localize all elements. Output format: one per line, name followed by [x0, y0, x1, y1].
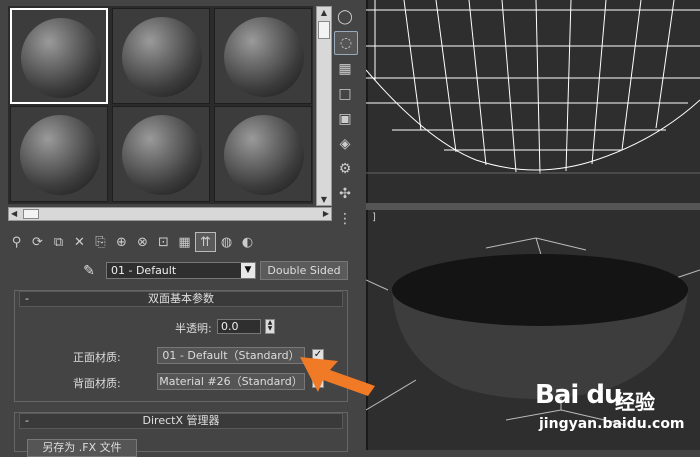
watermark-url: jingyan.baidu.com: [539, 416, 685, 432]
scroll-thumb[interactable]: [318, 21, 330, 39]
material-id-channel-icon[interactable]: ⊗: [132, 233, 153, 253]
sample-sphere: [20, 115, 100, 195]
translucency-label: 半透明:: [175, 322, 212, 335]
put-material-to-scene-icon[interactable]: ⟳: [27, 233, 48, 253]
collapse-icon[interactable]: -: [25, 414, 29, 428]
rollout-title: 双面基本参数: [148, 292, 214, 305]
scroll-thumb[interactable]: [23, 209, 39, 219]
sample-slot-2[interactable]: [112, 8, 210, 104]
translucency-input[interactable]: 0.0: [217, 319, 261, 334]
reset-map-icon[interactable]: ✕: [69, 233, 90, 253]
eyedropper-icon[interactable]: ✎: [78, 261, 100, 281]
sample-sphere: [122, 115, 202, 195]
back-material-checkbox[interactable]: ✓: [312, 376, 324, 388]
go-forward-sibling-icon[interactable]: ◍: [216, 233, 237, 253]
material-map-navigator-icon[interactable]: ⋮: [334, 208, 356, 230]
material-name-value: 01 - Default: [111, 264, 177, 277]
make-preview-icon[interactable]: ◈: [334, 133, 356, 155]
rollout-header[interactable]: - 双面基本参数: [19, 291, 343, 307]
sample-slot-3[interactable]: [214, 8, 312, 104]
assign-material-icon[interactable]: ⧉: [48, 233, 69, 253]
slots-vertical-scrollbar[interactable]: ▲ ▼: [316, 6, 332, 206]
chevron-down-icon[interactable]: ▼: [241, 263, 255, 278]
directx-manager-rollout: - DirectX 管理器 另存为 .FX 文件: [14, 412, 348, 457]
translucency-spinner[interactable]: ▲ ▼: [265, 319, 275, 334]
sample-sphere: [224, 17, 304, 97]
facing-material-checkbox[interactable]: ✓: [312, 349, 324, 361]
scroll-right-icon[interactable]: ▶: [323, 208, 329, 220]
collapse-icon[interactable]: -: [25, 292, 29, 306]
scroll-left-icon[interactable]: ◀: [11, 208, 17, 220]
material-editor-panel: ▲ ▼ ◀ ▶ ◯ ◌ ▦ □ ▣ ◈ ⚙ ✣ ⋮ ⚲ ⟳ ⧉ ✕ ⎘ ⊕ ⊗ ⊡ ▦ ⇈ ◍ ◐ ✎…: [0, 0, 366, 457]
slots-horizontal-scrollbar[interactable]: ◀ ▶: [8, 207, 332, 221]
sample-sphere: [224, 115, 304, 195]
get-material-icon[interactable]: ⚲: [6, 233, 27, 253]
make-unique-icon[interactable]: ⎘: [90, 233, 111, 253]
sample-slot-6[interactable]: [214, 106, 312, 202]
save-fx-file-button[interactable]: 另存为 .FX 文件: [27, 439, 137, 457]
show-end-result-icon[interactable]: ▦: [174, 233, 195, 253]
viewport-divider[interactable]: [366, 203, 700, 210]
back-material-button[interactable]: Material #26（Standard）: [157, 373, 305, 390]
rollout-title: DirectX 管理器: [142, 414, 220, 427]
video-color-check-icon[interactable]: ▣: [334, 108, 356, 130]
go-to-parent-icon[interactable]: ⇈: [195, 232, 216, 252]
watermark-product: 经验: [615, 390, 655, 414]
show-map-in-viewport-icon[interactable]: ⊡: [153, 233, 174, 253]
scroll-down-icon[interactable]: ▼: [317, 195, 331, 204]
watermark-brand: Bai du: [535, 380, 622, 410]
sample-type-icon[interactable]: ◯: [334, 6, 356, 28]
facing-material-button[interactable]: 01 - Default（Standard）: [157, 347, 305, 364]
scroll-up-icon[interactable]: ▲: [317, 8, 331, 17]
rollout-header[interactable]: - DirectX 管理器: [19, 413, 343, 429]
bowl-interior: [392, 254, 688, 326]
options-icon[interactable]: ⚙: [334, 158, 356, 180]
baidu-watermark: Bai du 经验 jingyan.baidu.com: [535, 376, 700, 450]
select-by-material-icon[interactable]: ✣: [334, 183, 356, 205]
sample-slots-grid: [8, 6, 313, 204]
material-toolbar: ⚲ ⟳ ⧉ ✕ ⎘ ⊕ ⊗ ⊡ ▦ ⇈ ◍ ◐: [6, 232, 362, 254]
top-viewport-wireframe[interactable]: [366, 0, 700, 203]
facing-material-label: 正面材质:: [73, 351, 121, 364]
sample-uv-tiling-icon[interactable]: □: [334, 83, 356, 105]
back-material-label: 背面材质:: [73, 377, 121, 390]
pick-material-icon[interactable]: ◐: [237, 233, 258, 253]
material-type-button[interactable]: Double Sided: [260, 261, 348, 280]
material-name-row: ✎ 01 - Default ▼ Double Sided: [78, 261, 358, 281]
double-sided-basic-params-rollout: - 双面基本参数 半透明: 0.0 ▲ ▼ 正面材质: 01 - Default（…: [14, 290, 348, 402]
background-checker-icon[interactable]: ▦: [334, 58, 356, 80]
sample-sphere: [122, 17, 202, 97]
backlight-icon[interactable]: ◌: [334, 31, 358, 55]
sample-sphere: [21, 18, 101, 98]
sample-slot-4[interactable]: [10, 106, 108, 202]
sample-slot-1[interactable]: [10, 8, 108, 104]
sample-slot-5[interactable]: [112, 106, 210, 202]
side-toolbar: ◯ ◌ ▦ □ ▣ ◈ ⚙ ✣ ⋮: [334, 6, 360, 233]
material-name-dropdown[interactable]: 01 - Default ▼: [106, 262, 256, 279]
put-to-library-icon[interactable]: ⊕: [111, 233, 132, 253]
